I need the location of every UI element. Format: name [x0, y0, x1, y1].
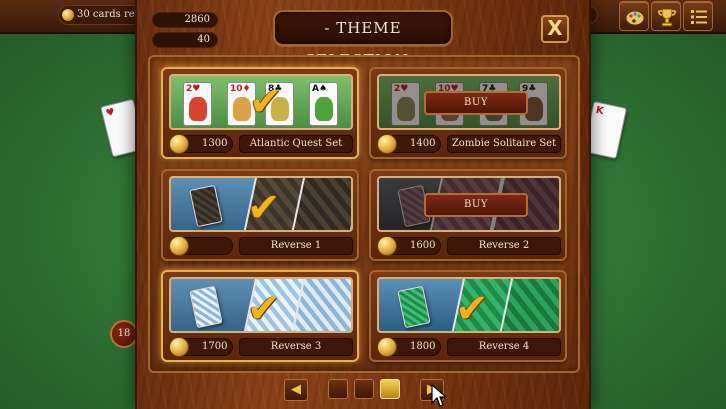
trophy-button[interactable] — [651, 1, 681, 31]
moves-badge: 18 — [110, 320, 138, 348]
coins-balance: 2860 — [152, 12, 218, 28]
menu-button[interactable] — [683, 1, 713, 31]
page-dot-1[interactable] — [328, 379, 348, 399]
theme-preview: BUY — [377, 176, 561, 232]
theme-name: Reverse 2 — [447, 237, 561, 255]
cards-icon — [62, 9, 74, 21]
theme-palette-button[interactable] — [619, 1, 649, 31]
theme-name: Reverse 3 — [239, 338, 353, 356]
theme-tile-atlantic-quest[interactable]: 2♥ 10♦ 8♣ A♠ ✔ 1300 Atlantic Quest Set — [161, 67, 359, 159]
coin-icon — [377, 134, 397, 154]
theme-price-row: Reverse 1 — [169, 236, 353, 256]
preview-card: 2♥ — [183, 82, 212, 126]
card-back-pattern — [291, 279, 351, 331]
coin-icon — [377, 236, 397, 256]
mouse-cursor-icon — [431, 384, 448, 407]
close-icon: X — [547, 16, 563, 40]
theme-preview: ✔ — [169, 176, 353, 232]
card-back-pattern — [291, 178, 351, 230]
preview-card: 2♥ — [391, 82, 420, 126]
close-button[interactable]: X — [541, 15, 569, 43]
theme-preview: ✔ — [377, 277, 561, 333]
theme-preview: 2♥ 10♦ 8♣ A♠ ✔ — [169, 74, 353, 130]
menu-list-icon — [691, 10, 707, 24]
theme-name: Zombie Solitaire Set — [447, 135, 561, 153]
card-back-pattern — [499, 279, 559, 331]
theme-tile-reverse-3[interactable]: ✔ 1700 Reverse 3 — [161, 270, 359, 362]
theme-name: Reverse 4 — [447, 338, 561, 356]
dialog-title: - THEME SELECTION - — [273, 10, 453, 69]
preview-card: A♠ — [309, 82, 338, 126]
coin-icon — [377, 337, 397, 357]
page-dot-2[interactable] — [354, 379, 374, 399]
card-back-sample — [397, 285, 431, 329]
stars-balance: 40 — [152, 32, 218, 48]
selected-check-icon: ✔ — [247, 286, 281, 332]
selected-check-icon: ✔ — [247, 185, 281, 231]
page-dot-3[interactable] — [380, 379, 400, 399]
theme-price-row: 1600 Reverse 2 — [377, 236, 561, 256]
selected-check-icon: ✔ — [249, 79, 283, 125]
theme-preview: 2♥ 10♥ 7♣ 9♣ BUY — [377, 74, 561, 130]
prev-page-button[interactable]: ◀ — [284, 379, 308, 401]
theme-price-row: 1800 Reverse 4 — [377, 337, 561, 357]
theme-preview: ✔ — [169, 277, 353, 333]
coin-icon — [169, 337, 189, 357]
theme-price-row: 1700 Reverse 3 — [169, 337, 353, 357]
palette-icon — [625, 10, 645, 26]
theme-tile-reverse-1[interactable]: ✔ Reverse 1 — [161, 169, 359, 261]
card-back-sample — [189, 285, 223, 329]
selected-check-icon: ✔ — [455, 286, 489, 332]
theme-tile-reverse-4[interactable]: ✔ 1800 Reverse 4 — [369, 270, 567, 362]
theme-price-row: 1300 Atlantic Quest Set — [169, 134, 353, 154]
coin-icon — [169, 236, 189, 256]
theme-tile-zombie-solitaire[interactable]: 2♥ 10♥ 7♣ 9♣ BUY 1400 Zombie Solitaire S… — [369, 67, 567, 159]
buy-button[interactable]: BUY — [424, 91, 528, 115]
theme-name: Reverse 1 — [239, 237, 353, 255]
buy-button[interactable]: BUY — [424, 193, 528, 217]
trophy-icon — [658, 8, 676, 27]
coin-icon — [169, 134, 189, 154]
arrow-left-icon: ◀ — [291, 382, 301, 397]
theme-tile-reverse-2[interactable]: BUY 1600 Reverse 2 — [369, 169, 567, 261]
theme-price-row: 1400 Zombie Solitaire Set — [377, 134, 561, 154]
card-back-sample — [189, 184, 223, 228]
theme-name: Atlantic Quest Set — [239, 135, 353, 153]
